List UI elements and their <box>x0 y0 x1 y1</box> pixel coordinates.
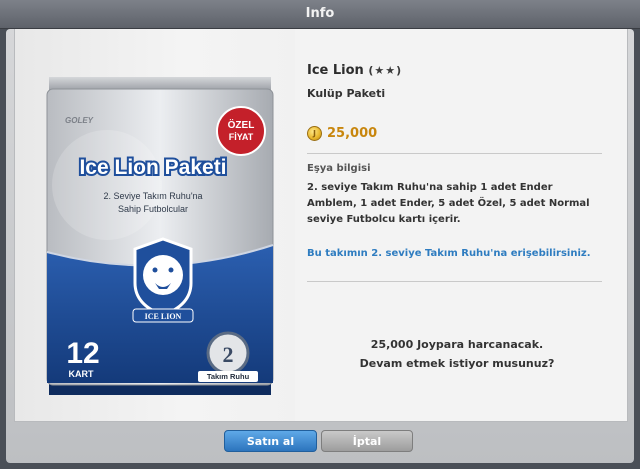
window-title: Info <box>0 0 640 29</box>
spirit-level: 2 <box>223 342 234 367</box>
pack-name: Ice Lion Paketi <box>79 156 226 179</box>
price: J 25,000 <box>307 123 377 143</box>
lion-emblem-icon: ICE LION <box>132 237 194 323</box>
section-title: Eşya bilgisi <box>307 163 371 174</box>
card-pack-image: ÖZEL FİYAT GOLEY Ice Lion Paketi 2. Sevi… <box>46 77 274 395</box>
confirm-message: 25,000 Joypara harcanacak. Devam etmek i… <box>307 335 607 373</box>
confirm-line-1: 25,000 Joypara harcanacak. <box>370 338 544 351</box>
emblem-text: ICE LION <box>145 312 182 321</box>
badge-line1: ÖZEL <box>228 118 255 131</box>
price-value: 25,000 <box>327 125 378 141</box>
spirit-label: Takım Ruhu <box>207 372 250 381</box>
team-spirit-note: Bu takımın 2. seviye Takım Ruhu'na erişe… <box>307 248 591 259</box>
card-count-label: KART <box>69 369 94 379</box>
item-title: Ice Lion (★★) <box>307 63 402 78</box>
card-count: 12 <box>66 337 99 370</box>
divider <box>307 281 602 282</box>
content-panel: ÖZEL FİYAT GOLEY Ice Lion Paketi 2. Sevi… <box>14 29 628 422</box>
confirm-line-2: Devam etmek istiyor musunuz? <box>359 357 555 370</box>
item-description: 2. seviye Takım Ruhu'na sahip 1 adet End… <box>307 182 590 225</box>
pack-tagline-1: 2. Seviye Takım Ruhu'na <box>103 191 202 201</box>
special-price-badge: ÖZEL FİYAT <box>216 106 266 156</box>
joypara-coin-icon: J <box>307 125 322 141</box>
pack-image-area: ÖZEL FİYAT GOLEY Ice Lion Paketi 2. Sevi… <box>15 29 295 421</box>
pack-tagline-2: Sahip Futbolcular <box>118 204 188 214</box>
badge-line2: FİYAT <box>229 132 254 142</box>
buy-button[interactable]: Satın al <box>224 430 317 452</box>
info-dialog: ÖZEL FİYAT GOLEY Ice Lion Paketi 2. Sevi… <box>6 29 634 463</box>
cancel-button[interactable]: İptal <box>321 430 413 452</box>
brand-logo: GOLEY <box>65 116 94 125</box>
item-subtitle: Kulüp Paketi <box>307 87 386 100</box>
divider <box>307 153 602 154</box>
item-stars: (★★) <box>368 64 403 77</box>
item-name: Ice Lion <box>307 63 364 78</box>
